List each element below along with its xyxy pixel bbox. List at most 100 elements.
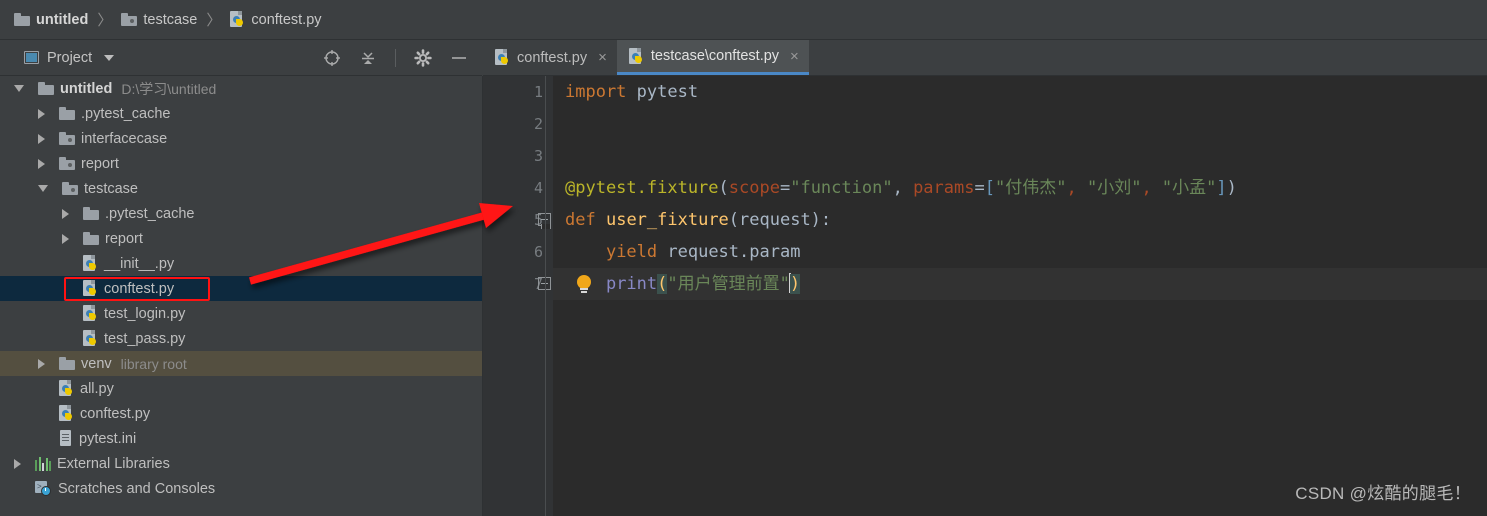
source-folder-icon	[59, 157, 75, 170]
no-arrow-spacer	[62, 285, 69, 292]
collapse-arrow-icon[interactable]	[14, 85, 24, 92]
folder-icon	[59, 357, 75, 370]
line-number: 2	[533, 115, 543, 133]
tree-row[interactable]: pytest.ini	[0, 426, 482, 451]
external-libraries-icon	[35, 456, 51, 471]
tree-row[interactable]: conftest.py	[0, 276, 482, 301]
code-token: (request):	[728, 210, 832, 230]
code-token: )	[789, 274, 801, 294]
tree-row[interactable]: test_login.py	[0, 301, 482, 326]
close-icon[interactable]: ×	[790, 48, 799, 65]
tree-row-label: External Libraries	[57, 455, 170, 472]
python-file-icon	[83, 255, 98, 272]
tree-row[interactable]: test_pass.py	[0, 326, 482, 351]
tree-row-label: report	[105, 230, 143, 247]
tree-row[interactable]: External Libraries	[0, 451, 482, 476]
line-number: 3	[533, 147, 543, 165]
tree-row-label: .pytest_cache	[81, 105, 171, 122]
tree-row[interactable]: conftest.py	[0, 401, 482, 426]
chevron-down-icon[interactable]	[104, 54, 115, 61]
breadcrumb-label: conftest.py	[251, 11, 322, 28]
tree-row[interactable]: __init__.py	[0, 251, 482, 276]
tree-row-label: .pytest_cache	[105, 205, 195, 222]
collapse-arrow-icon[interactable]	[38, 185, 48, 192]
tree-row-sublabel: D:\学习\untitled	[121, 80, 217, 97]
expand-arrow-icon[interactable]	[38, 108, 45, 119]
tree-row[interactable]: venv library root	[0, 351, 482, 376]
gear-icon[interactable]	[414, 48, 432, 67]
tree-row[interactable]: testcase	[0, 176, 482, 201]
project-tree[interactable]: untitled D:\学习\untitled .pytest_cache inter…	[0, 76, 483, 516]
ini-file-icon	[59, 430, 73, 447]
expand-arrow-icon[interactable]	[38, 358, 45, 369]
code-token: [	[984, 178, 995, 198]
tree-row[interactable]: all.py	[0, 376, 482, 401]
tree-row[interactable]: report	[0, 226, 482, 251]
code-token: "小孟"	[1161, 178, 1217, 198]
editor-tab-label: conftest.py	[517, 49, 588, 66]
code-line[interactable]	[553, 300, 1487, 332]
code-line[interactable]	[553, 108, 1487, 140]
pycharm-window: untitled 〉 testcase 〉 conftest.py Projec…	[0, 0, 1487, 516]
code-line[interactable]: import pytest	[553, 76, 1487, 108]
python-file-icon	[83, 330, 98, 347]
code-line[interactable]: def user_fixture(request):	[553, 204, 1487, 236]
code-token: =	[779, 178, 791, 198]
no-arrow-spacer	[14, 485, 21, 492]
code-token: (	[657, 274, 668, 294]
expand-arrow-icon[interactable]	[38, 158, 45, 169]
code-token: ,	[1066, 178, 1087, 198]
code-line[interactable]: print("用户管理前置")	[553, 268, 1487, 300]
expand-arrow-icon[interactable]	[62, 233, 69, 244]
tree-row-sublabel: library root	[120, 355, 187, 372]
no-arrow-spacer	[38, 385, 45, 392]
code-content[interactable]: import pytest @pytest.fixture(scope="func…	[553, 76, 1487, 516]
editor-tab[interactable]: testcase\conftest.py ×	[616, 40, 809, 75]
tree-row[interactable]: .pytest_cache	[0, 201, 482, 226]
collapse-all-icon[interactable]	[359, 49, 377, 67]
code-editor[interactable]: 1234567 import pytest @pytest.fixture(sco…	[483, 76, 1487, 516]
locate-icon[interactable]	[323, 49, 341, 67]
python-file-icon	[59, 405, 74, 422]
code-line[interactable]	[553, 140, 1487, 172]
editor-tab[interactable]: conftest.py ×	[483, 40, 617, 75]
toolbar-divider	[395, 48, 396, 67]
project-panel-title-group[interactable]: Project	[0, 50, 115, 66]
line-number: 7	[533, 275, 543, 293]
source-folder-icon	[62, 182, 78, 195]
tree-row[interactable]: interfacecase	[0, 126, 482, 151]
tree-row-label: test_login.py	[104, 305, 186, 322]
code-line[interactable]: @pytest.fixture(scope="function", params…	[553, 172, 1487, 204]
source-folder-icon	[121, 13, 138, 26]
no-arrow-spacer	[38, 410, 45, 417]
watermark: CSDN @炫酷的腿毛！	[1295, 484, 1471, 503]
close-icon[interactable]: ×	[598, 49, 607, 66]
code-token: def	[565, 210, 596, 230]
line-number: 1	[533, 83, 543, 101]
tree-row[interactable]: .pytest_cache	[0, 101, 482, 126]
minimize-icon[interactable]	[450, 49, 468, 67]
python-file-icon	[83, 280, 98, 297]
expand-arrow-icon[interactable]	[38, 133, 45, 144]
tree-row[interactable]: report	[0, 151, 482, 176]
breadcrumb-item-testcase[interactable]: testcase	[117, 12, 201, 28]
breadcrumb-item-conftest[interactable]: conftest.py	[226, 11, 325, 28]
python-file-icon	[59, 380, 74, 397]
lightbulb-icon[interactable]	[577, 275, 591, 293]
folder-icon	[14, 13, 30, 26]
folder-icon	[83, 207, 99, 220]
expand-arrow-icon[interactable]	[14, 458, 21, 469]
tree-row[interactable]: untitled D:\学习\untitled	[0, 76, 482, 101]
breadcrumb-label: testcase	[143, 11, 198, 28]
code-token: print	[605, 274, 658, 294]
code-token: ,	[1141, 178, 1162, 198]
code-line[interactable]: yield request.param	[553, 236, 1487, 268]
tree-row[interactable]: >_ Scratches and Consoles	[0, 476, 482, 501]
code-token: user_fixture	[605, 210, 729, 230]
no-arrow-spacer	[62, 260, 69, 267]
breadcrumb-item-untitled[interactable]: untitled	[10, 12, 92, 28]
editor-gutter[interactable]: 1 2 3 4 5 6 7	[483, 76, 553, 516]
expand-arrow-icon[interactable]	[62, 208, 69, 219]
project-window-icon	[24, 51, 39, 64]
